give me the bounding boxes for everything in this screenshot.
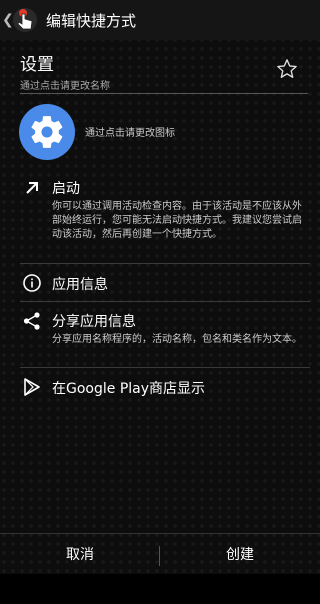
star-outline-icon[interactable] — [276, 58, 298, 80]
share-title: 分享应用信息 — [52, 314, 136, 330]
shortcut-name-hint: 通过点击请更改名称 — [20, 81, 110, 92]
header-divider — [20, 93, 308, 94]
button-bar: 取消 创建 — [0, 534, 320, 574]
share-description: 分享应用名称程序的，活动名称，包名和类名作为文本。 — [52, 334, 302, 345]
divider — [20, 367, 310, 368]
page-title: 编辑快捷方式 — [46, 11, 137, 30]
navigation-strip — [0, 574, 320, 604]
play-store-icon — [24, 378, 40, 396]
shortcut-icon-hint: 通过点击请更改图标 — [85, 128, 175, 139]
button-separator — [159, 546, 160, 566]
launch-description: 你可以通过调用活动检查内容。由于该活动是不应该从外部始终运行，您可能无法启动快捷… — [52, 201, 302, 240]
shortcut-icon-button[interactable] — [19, 104, 75, 160]
app-info-title: 应用信息 — [52, 277, 108, 293]
google-play-title: 在Google Play商店显示 — [52, 381, 206, 397]
action-bar: ❮ 编辑快捷方式 — [0, 0, 320, 40]
info-icon — [23, 274, 41, 292]
divider — [20, 301, 310, 302]
share-icon — [23, 312, 40, 330]
shortcut-name-area[interactable]: 设置 通过点击请更改名称 — [0, 40, 320, 94]
create-button[interactable]: 创建 — [160, 534, 320, 574]
gear-icon — [31, 116, 63, 148]
hand-pointer-icon[interactable] — [12, 7, 38, 33]
launch-title: 启动 — [52, 181, 80, 197]
back-chevron-icon[interactable]: ❮ — [2, 12, 14, 28]
arrow-up-right-icon — [26, 182, 38, 194]
shortcut-name[interactable]: 设置 — [20, 50, 54, 75]
cancel-button[interactable]: 取消 — [0, 534, 160, 574]
divider — [20, 263, 310, 264]
